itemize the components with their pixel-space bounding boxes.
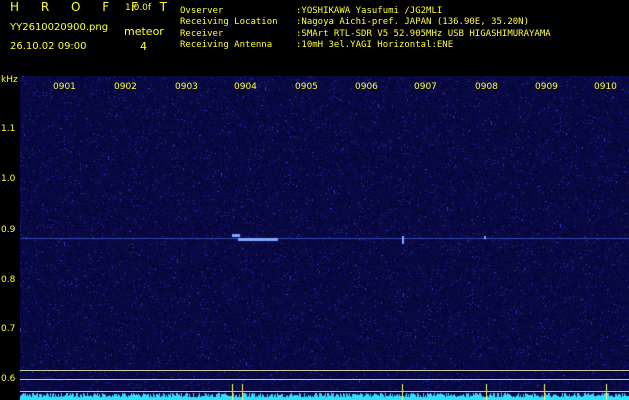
spectrogram [20,76,629,400]
info-value-observer: :YOSHIKAWA Yasufumi /JG2MLI [296,6,443,16]
x-tick-0901: 0901 [53,82,76,92]
x-tick-0909: 0909 [535,82,558,92]
y-tick-1-1: 1.1 [1,124,16,134]
x-tick-0906: 0906 [355,82,378,92]
info-value-antenna: :10mH 3el.YAGI Horizontal:ENE [296,40,454,50]
x-tick-0908: 0908 [475,82,498,92]
reference-line-middle [20,379,629,380]
info-label-observer: Ovserver [180,6,224,16]
x-tick-0904: 0904 [234,82,257,92]
frequency-unit-label: kHz [1,75,18,85]
filename-label: YY2610020900.png [10,22,109,33]
info-value-location: :Nagoya Aichi-pref. JAPAN (136.90E, 35.2… [296,17,529,27]
info-value-receiver: :SMArt RTL-SDR V5 52.905MHz USB HIGASHIM… [296,29,551,39]
y-tick-0-9: 0.9 [1,225,16,235]
reference-line-upper [20,370,629,371]
x-tick-0905: 0905 [295,82,318,92]
info-label-location: Receiving Location [180,17,278,27]
app-logo: H R O F F T [10,0,177,14]
header: H R O F F T 1.0.0f YY2610020900.png 26.1… [0,0,629,76]
y-tick-0-7: 0.7 [1,324,16,334]
info-label-antenna: Receiving Antenna [180,40,273,50]
info-label-receiver: Receiver [180,29,224,39]
meteor-count: 4 [140,40,147,53]
y-tick-1-0: 1.0 [1,174,16,184]
y-tick-0-8: 0.8 [1,275,16,285]
x-tick-0907: 0907 [414,82,437,92]
y-tick-0-6: 0.6 [1,374,16,384]
meteor-label: meteor [124,25,164,38]
reference-line-lower [20,391,629,392]
x-tick-0910: 0910 [594,82,617,92]
x-tick-0902: 0902 [114,82,137,92]
datetime-label: 26.10.02 09:00 [10,41,87,52]
x-tick-0903: 0903 [175,82,198,92]
version-label: 1.0.0f [125,3,152,13]
